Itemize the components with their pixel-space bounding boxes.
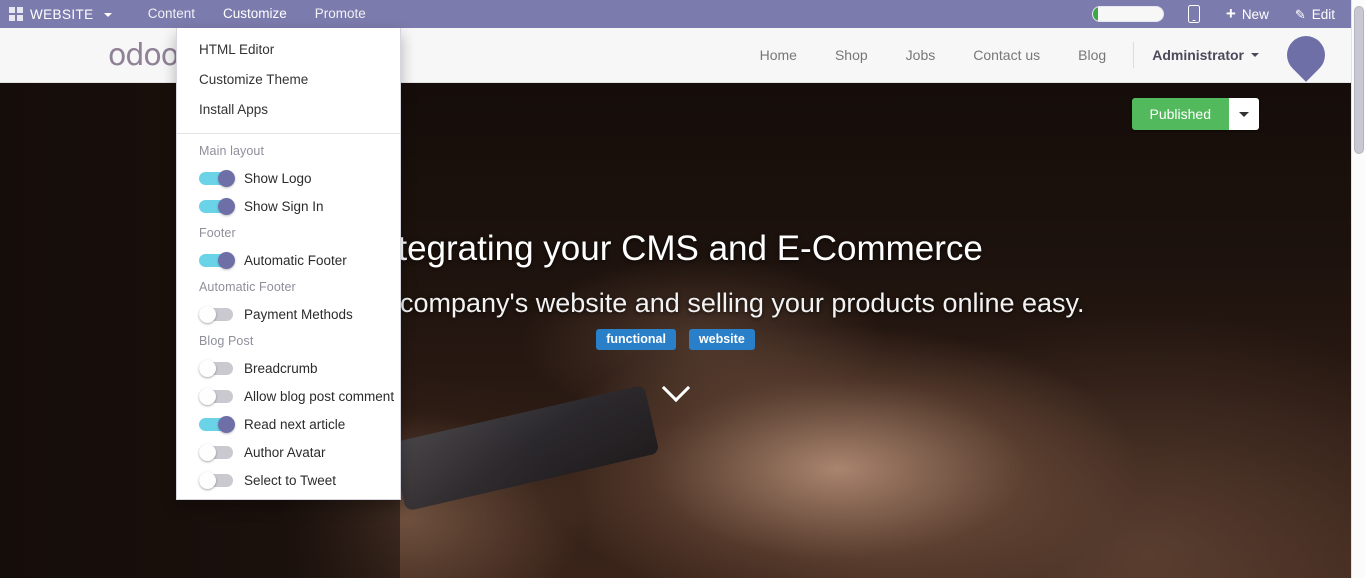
- nav-link-home[interactable]: Home: [741, 47, 816, 63]
- section-header-footer: Footer: [199, 226, 236, 240]
- new-button[interactable]: + New: [1225, 3, 1269, 23]
- toggle-switch-show-sign-in[interactable]: [199, 197, 235, 215]
- user-menu-label: Administrator: [1152, 47, 1244, 63]
- mobile-preview-icon[interactable]: [1187, 5, 1200, 23]
- toggle-row-payment-methods[interactable]: Payment Methods: [177, 300, 400, 328]
- toggle-row-allow-blog-post-comment[interactable]: Allow blog post comment: [177, 382, 400, 410]
- tag-badge[interactable]: functional: [596, 329, 676, 350]
- toggle-switch-payment-methods[interactable]: [199, 305, 235, 323]
- customize-dropdown-menu: HTML Editor Customize Theme Install Apps…: [176, 28, 401, 500]
- admin-menu: Content Customize Promote: [134, 0, 380, 28]
- plus-icon: +: [1225, 3, 1236, 23]
- progress-fill: [1092, 7, 1099, 21]
- avatar[interactable]: [1279, 28, 1333, 82]
- toggle-label-select-to-tweet: Select to Tweet: [244, 472, 337, 488]
- toggle-switch-allow-blog-post-comment[interactable]: [199, 387, 235, 405]
- app-name-text: WEBSITE: [30, 6, 94, 22]
- toggle-row-select-to-tweet[interactable]: Select to Tweet: [177, 466, 400, 494]
- caret-down-icon: [1239, 111, 1249, 117]
- nav-divider: [1133, 42, 1135, 68]
- dropdown-item-customize-theme[interactable]: Customize Theme: [177, 65, 400, 95]
- toggle-label-show-sign-in: Show Sign In: [244, 198, 324, 214]
- nav-link-shop[interactable]: Shop: [816, 47, 887, 63]
- publish-button-group[interactable]: Published: [1131, 98, 1259, 130]
- nav-link-contact-us[interactable]: Contact us: [954, 47, 1059, 63]
- toggle-row-author-avatar[interactable]: Author Avatar: [177, 438, 400, 466]
- nav-link-jobs[interactable]: Jobs: [887, 47, 955, 63]
- apps-grid-icon[interactable]: [9, 7, 23, 21]
- toggle-row-breadcrumb[interactable]: Breadcrumb: [177, 354, 400, 382]
- toggle-switch-read-next-article[interactable]: [199, 415, 235, 433]
- dropdown-divider: [177, 133, 400, 134]
- section-header-blog-post: Blog Post: [199, 334, 254, 348]
- publish-dropdown-button[interactable]: [1229, 98, 1259, 130]
- site-logo[interactable]: odoo: [108, 38, 179, 73]
- chevron-down-icon[interactable]: [663, 375, 689, 401]
- dropdown-item-install-apps[interactable]: Install Apps: [177, 95, 400, 125]
- new-button-label: New: [1241, 6, 1269, 22]
- menu-item-customize[interactable]: Customize: [209, 0, 301, 28]
- chevron-down-icon: [103, 12, 112, 17]
- toggle-switch-author-avatar[interactable]: [199, 443, 235, 461]
- menu-item-promote[interactable]: Promote: [301, 0, 380, 28]
- menu-item-content[interactable]: Content: [134, 0, 209, 28]
- toggle-label-allow-blog-post-comment: Allow blog post comment: [244, 388, 395, 404]
- toggle-row-show-sign-in[interactable]: Show Sign In: [177, 192, 400, 220]
- toggle-row-read-next-article[interactable]: Read next article: [177, 410, 400, 438]
- scrollbar-thumb[interactable]: [1354, 6, 1364, 154]
- toggle-label-breadcrumb: Breadcrumb: [244, 360, 318, 376]
- toggle-row-show-logo[interactable]: Show Logo: [177, 164, 400, 192]
- toggle-switch-breadcrumb[interactable]: [199, 359, 235, 377]
- section-header-automatic-footer: Automatic Footer: [199, 280, 296, 294]
- app-name-label[interactable]: WEBSITE: [30, 7, 112, 22]
- nav-link-blog[interactable]: Blog: [1059, 47, 1125, 63]
- page-scrollbar[interactable]: [1351, 0, 1365, 578]
- toggle-switch-select-to-tweet[interactable]: [199, 471, 235, 489]
- section-header-main-layout: Main layout: [199, 144, 265, 158]
- pencil-icon: ✎: [1294, 6, 1306, 22]
- edit-button[interactable]: ✎ Edit: [1295, 7, 1335, 22]
- admin-top-bar: WEBSITE Content Customize Promote + New …: [0, 0, 1351, 28]
- toggle-label-show-logo: Show Logo: [244, 170, 312, 186]
- site-navigation: Home Shop Jobs Contact us Blog Administr…: [741, 28, 1351, 82]
- toggle-switch-automatic-footer[interactable]: [199, 251, 235, 269]
- toggle-label-read-next-article: Read next article: [244, 416, 346, 432]
- tag-badge[interactable]: website: [688, 329, 755, 350]
- toggle-label-payment-methods: Payment Methods: [244, 306, 353, 322]
- admin-bar-right: + New ✎ Edit: [1091, 0, 1351, 28]
- app-root: Integrating your CMS and E-Commerce Make…: [0, 0, 1365, 578]
- edit-button-label: Edit: [1311, 6, 1335, 22]
- publish-button[interactable]: Published: [1131, 98, 1229, 130]
- toggle-label-author-avatar: Author Avatar: [244, 444, 326, 460]
- dropdown-item-html-editor[interactable]: HTML Editor: [177, 35, 400, 65]
- toggle-label-automatic-footer: Automatic Footer: [244, 252, 347, 268]
- toggle-switch-show-logo[interactable]: [199, 169, 235, 187]
- chevron-down-icon: [1251, 53, 1259, 57]
- toggle-row-automatic-footer[interactable]: Automatic Footer: [177, 246, 400, 274]
- user-menu[interactable]: Administrator: [1142, 47, 1269, 63]
- loading-progress-bar: [1091, 6, 1164, 22]
